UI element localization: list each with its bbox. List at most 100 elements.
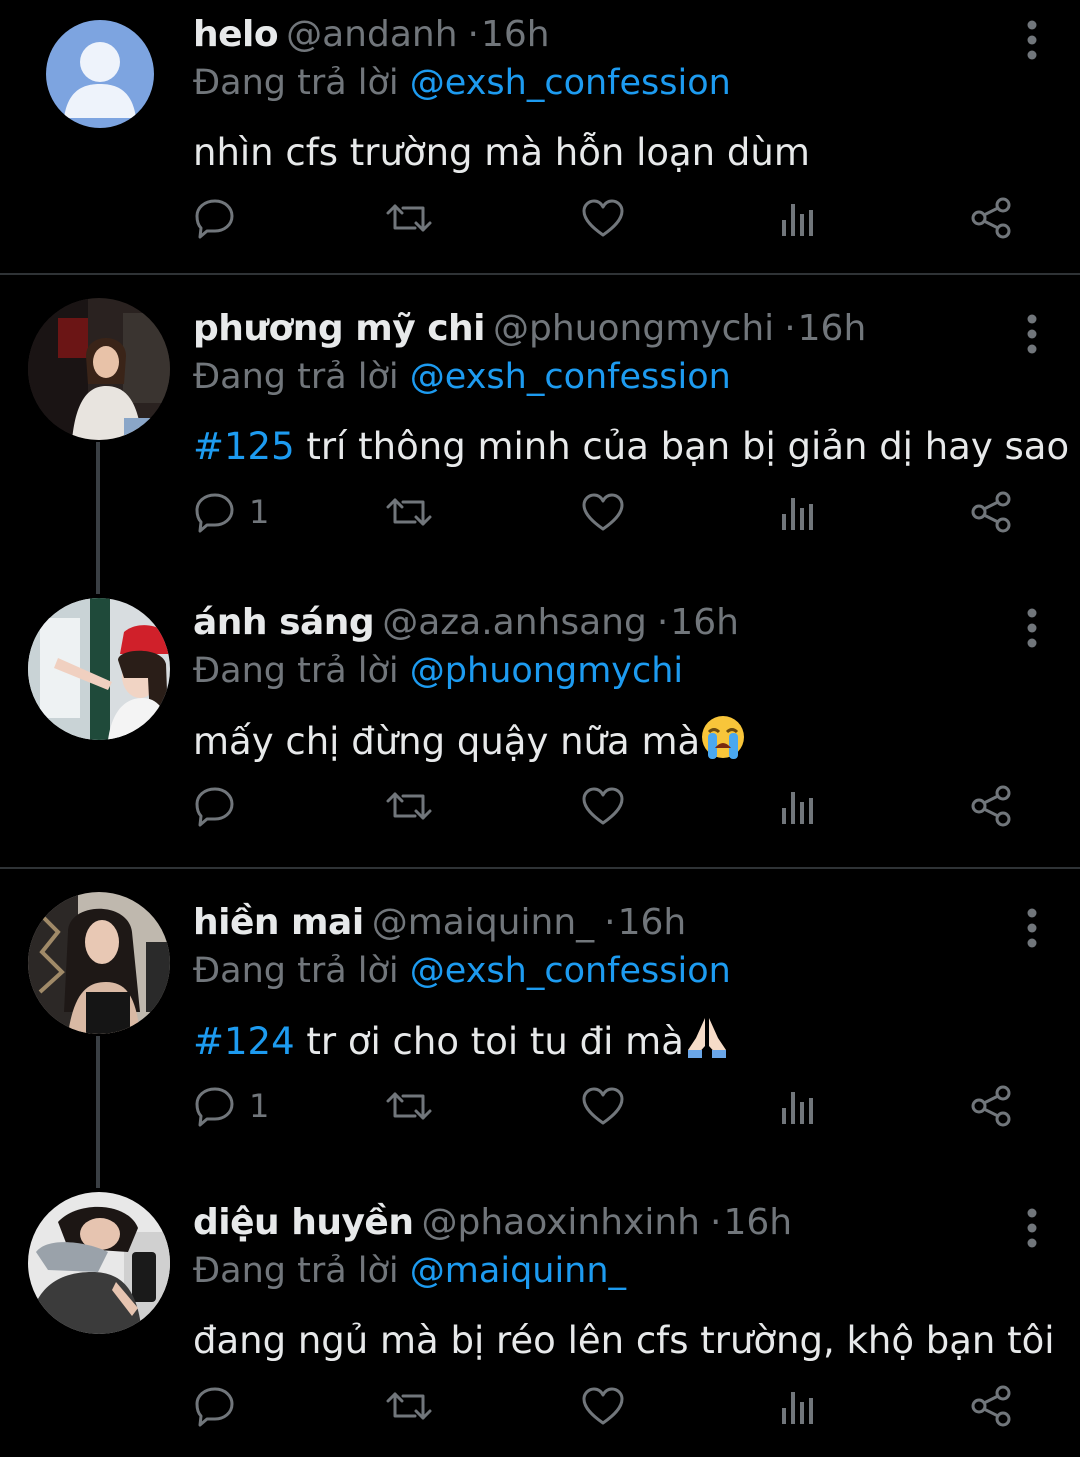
folded-hands-icon <box>687 1018 726 1058</box>
tweet-body-text: đang ngủ mà bị réo lên cfs trường, khộ b… <box>193 1319 1055 1362</box>
retweet-button[interactable] <box>385 776 433 836</box>
display-name[interactable]: diệu huyền <box>193 1202 414 1243</box>
mention-link[interactable]: @maiquinn_ <box>410 1251 626 1291</box>
user-handle[interactable]: @phuongmychi <box>493 308 774 349</box>
like-icon <box>582 1087 624 1125</box>
views-button[interactable] <box>778 482 818 542</box>
tweet-actions <box>193 188 1023 248</box>
retweet-button[interactable] <box>385 1376 433 1436</box>
like-button[interactable] <box>581 188 625 248</box>
display-name[interactable]: phương mỹ chi <box>193 308 486 349</box>
share-icon <box>971 1085 1011 1127</box>
mention-link[interactable]: @exsh_confession <box>410 357 731 397</box>
tweet-body-text: tr ơi cho toi tu đi mà <box>294 1020 684 1063</box>
timestamp[interactable]: 16h <box>670 602 739 643</box>
avatar-photo-icon <box>28 1192 170 1334</box>
avatar[interactable] <box>28 598 170 740</box>
more-vertical-icon <box>1027 1208 1037 1248</box>
mention-link[interactable]: @exsh_confession <box>410 63 731 103</box>
more-options-button[interactable] <box>1024 608 1040 648</box>
loudly-crying-face-emoji <box>700 714 746 775</box>
retweet-button[interactable] <box>385 482 433 542</box>
more-vertical-icon <box>1027 608 1037 648</box>
like-button[interactable] <box>581 776 625 836</box>
tweet-body-text: nhìn cfs trường mà hỗn loạn dùm <box>193 131 810 174</box>
reply-prefix: Đang trả lời <box>193 1251 399 1291</box>
tweet-header: diệu huyền @phaoxinhxinh ·16h <box>193 1198 1010 1248</box>
reply-button[interactable] <box>193 776 249 836</box>
display-name[interactable]: hiền mai <box>193 902 364 943</box>
views-button[interactable] <box>778 776 818 836</box>
like-button[interactable] <box>581 1076 625 1136</box>
reply-prefix: Đang trả lời <box>193 951 399 991</box>
hashtag-link[interactable]: #124 <box>193 1020 295 1063</box>
replying-to: Đang trả lời @exsh_confession <box>193 352 731 402</box>
reply-icon <box>195 1087 234 1127</box>
views-icon <box>782 1392 813 1424</box>
mention-link[interactable]: @exsh_confession <box>410 951 731 991</box>
mention-link[interactable]: @phuongmychi <box>410 651 683 691</box>
share-button[interactable] <box>969 188 1013 248</box>
avatar[interactable] <box>28 892 170 1034</box>
reply-button[interactable] <box>193 188 249 248</box>
retweet-button[interactable] <box>385 188 433 248</box>
avatar[interactable] <box>28 298 170 440</box>
tweet[interactable]: helo @andanh ·16h Đang trả lời @exsh_confe… <box>0 10 1080 270</box>
more-options-button[interactable] <box>1024 908 1040 948</box>
avatar-photo-icon <box>28 598 170 740</box>
user-handle[interactable]: @phaoxinhxinh <box>421 1202 700 1243</box>
views-icon <box>782 792 813 824</box>
views-button[interactable] <box>778 1376 818 1436</box>
timestamp[interactable]: 16h <box>481 14 550 55</box>
display-name[interactable]: ánh sáng <box>193 602 375 643</box>
views-icon <box>782 204 813 236</box>
reply-icon <box>195 787 234 827</box>
views-button[interactable] <box>778 1076 818 1136</box>
separator-dot: · <box>710 1202 722 1243</box>
replying-to: Đang trả lời @exsh_confession <box>193 946 731 996</box>
more-options-button[interactable] <box>1024 1208 1040 1248</box>
display-name[interactable]: helo <box>193 14 279 55</box>
reply-prefix: Đang trả lời <box>193 63 399 103</box>
reply-icon <box>195 199 234 239</box>
share-icon <box>971 1385 1011 1427</box>
reply-button[interactable]: 1 <box>193 482 269 542</box>
share-button[interactable] <box>969 1376 1013 1436</box>
tweet[interactable]: hiền mai @maiquinn_ ·16h Đang trả lời @exs… <box>0 892 1080 1158</box>
like-button[interactable] <box>581 482 625 542</box>
share-icon <box>971 491 1011 533</box>
separator-dot: · <box>467 14 479 55</box>
tweet-actions: 1 <box>193 1076 1023 1136</box>
share-button[interactable] <box>969 1076 1013 1136</box>
timestamp[interactable]: 16h <box>723 1202 792 1243</box>
avatar[interactable] <box>28 1192 170 1334</box>
views-button[interactable] <box>778 188 818 248</box>
tweet[interactable]: phương mỹ chi @phuongmychi ·16h Đang trả l… <box>0 298 1080 564</box>
default-avatar[interactable] <box>46 20 154 128</box>
tweet[interactable]: ánh sáng @aza.anhsang ·16h Đang trả lời @p… <box>0 598 1080 858</box>
hashtag-link[interactable]: #125 <box>193 425 295 468</box>
user-handle[interactable]: @maiquinn_ <box>372 902 594 943</box>
more-options-button[interactable] <box>1024 20 1040 60</box>
replying-to: Đang trả lời @phuongmychi <box>193 646 683 696</box>
reply-button[interactable]: 1 <box>193 1076 269 1136</box>
user-handle[interactable]: @aza.anhsang <box>382 602 647 643</box>
like-icon <box>582 1387 624 1425</box>
timestamp[interactable]: 16h <box>618 902 687 943</box>
like-button[interactable] <box>581 1376 625 1436</box>
folded-hands-emoji <box>684 1014 730 1075</box>
more-options-button[interactable] <box>1024 314 1040 354</box>
user-handle[interactable]: @andanh <box>286 14 457 55</box>
default-avatar-icon <box>46 20 154 128</box>
tweet-header: ánh sáng @aza.anhsang ·16h <box>193 598 1010 648</box>
reply-prefix: Đang trả lời <box>193 651 399 691</box>
share-icon <box>971 197 1011 239</box>
avatar-photo-icon <box>28 298 170 440</box>
reply-count: 1 <box>249 1087 270 1125</box>
share-button[interactable] <box>969 776 1013 836</box>
reply-button[interactable] <box>193 1376 249 1436</box>
retweet-button[interactable] <box>385 1076 433 1136</box>
share-button[interactable] <box>969 482 1013 542</box>
tweet[interactable]: diệu huyền @phaoxinhxinh ·16h Đang trả lời… <box>0 1192 1080 1457</box>
timestamp[interactable]: 16h <box>798 308 867 349</box>
